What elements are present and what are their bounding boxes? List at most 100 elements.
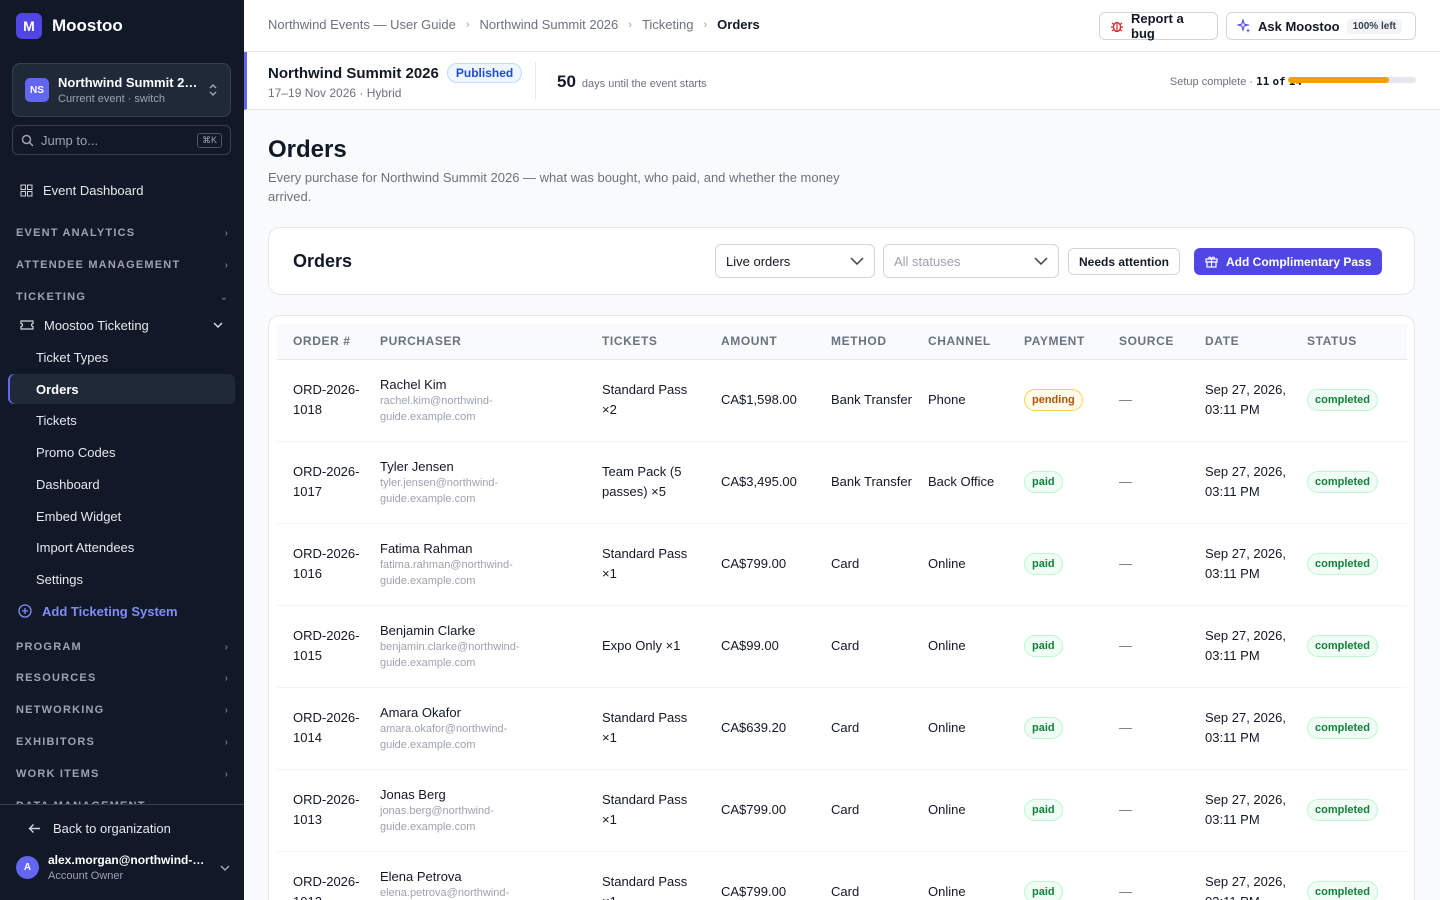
payment-cell: paid [1016, 441, 1111, 524]
sidebar-item-label: Embed Widget [36, 508, 122, 524]
chevron-down-icon: ⌄ [219, 291, 228, 303]
section-networking[interactable]: NETWORKING › [16, 700, 228, 720]
table-row[interactable]: ORD-2026-1013 Jonas Berg jonas.berg@northw… [277, 769, 1407, 852]
status-badge: completed [1307, 389, 1379, 411]
main-content: Northwind Events — User Guide › Northwin… [244, 0, 1440, 900]
table-row[interactable]: ORD-2026-1016 Fatima Rahman fatima.rahman@… [277, 523, 1407, 606]
sidebar-item-ticket-types[interactable]: Ticket Types [8, 342, 235, 372]
user-info: alex.morgan@northwind-events.example.com… [48, 853, 208, 882]
add-ticketing-system-button[interactable]: Add Ticketing System [8, 596, 235, 626]
section-resources[interactable]: RESOURCES › [16, 668, 228, 688]
sidebar-item-label: Event Dashboard [43, 182, 144, 198]
section-ticketing[interactable]: TICKETING ⌄ [16, 287, 228, 307]
section-attendee-management[interactable]: ATTENDEE MANAGEMENT › [16, 255, 228, 275]
tickets-cell: Standard Pass ×2 [594, 359, 713, 442]
sidebar-item-dashboard[interactable]: Dashboard [8, 469, 235, 499]
order-number[interactable]: ORD-2026-1016 [277, 523, 372, 606]
view-select[interactable]: Live orders [715, 244, 875, 278]
order-number[interactable]: ORD-2026-1012 [277, 851, 372, 900]
tickets-cell: Team Pack (5 passes) ×5 [594, 441, 713, 524]
user-menu[interactable]: A alex.morgan@northwind-events.example.c… [16, 853, 230, 882]
order-number[interactable]: ORD-2026-1017 [277, 441, 372, 524]
ask-moostoo-button[interactable]: Ask Moostoo 100% left [1226, 12, 1416, 40]
order-number[interactable]: ORD-2026-1014 [277, 687, 372, 770]
column-header-method[interactable]: METHOD [823, 324, 920, 360]
channel-cell: Online [920, 523, 1016, 606]
breadcrumb-item[interactable]: Northwind Summit 2026 [480, 17, 619, 32]
sidebar-item-moostoo-ticketing[interactable]: Moostoo Ticketing [8, 310, 235, 340]
jump-placeholder: Jump to... [41, 132, 99, 148]
section-label: EVENT ANALYTICS [16, 227, 136, 239]
column-header-amount[interactable]: AMOUNT [713, 324, 823, 360]
sidebar: M Moostoo NS Northwind Summit 2026 Curre… [0, 0, 244, 900]
orders-toolbar: Orders Live orders All statuses Needs at… [268, 227, 1415, 295]
purchaser-cell: Benjamin Clarke benjamin.clarke@northwind… [372, 605, 594, 688]
order-number[interactable]: ORD-2026-1015 [277, 605, 372, 688]
chevron-down-icon [850, 257, 864, 265]
column-header-tickets[interactable]: TICKETS [594, 324, 713, 360]
table-row[interactable]: ORD-2026-1015 Benjamin Clarke benjamin.cla… [277, 605, 1407, 688]
sidebar-item-promo-codes[interactable]: Promo Codes [8, 437, 235, 467]
status-badge: completed [1307, 553, 1379, 575]
method-cell: Bank Transfer [823, 359, 920, 442]
table-row[interactable]: ORD-2026-1014 Amara Okafor amara.okafor@no… [277, 687, 1407, 770]
section-event-analytics[interactable]: EVENT ANALYTICS › [16, 223, 228, 243]
chevron-down-icon [220, 864, 230, 871]
sidebar-item-settings[interactable]: Settings [8, 564, 235, 594]
back-to-organization-link[interactable]: Back to organization [28, 821, 171, 836]
table-row[interactable]: ORD-2026-1017 Tyler Jensen tyler.jensen@no… [277, 441, 1407, 524]
column-header-date[interactable]: DATE [1197, 324, 1299, 360]
purchaser-cell: Amara Okafor amara.okafor@northwind-guide… [372, 687, 594, 770]
sidebar-item-embed-widget[interactable]: Embed Widget [8, 501, 235, 531]
order-number[interactable]: ORD-2026-1013 [277, 769, 372, 852]
sidebar-item-event-dashboard[interactable]: Event Dashboard [8, 175, 235, 205]
brand[interactable]: M Moostoo [0, 0, 244, 51]
table-header-row: ORDER # PURCHASER TICKETS AMOUNT METHOD … [277, 324, 1407, 360]
event-switcher[interactable]: NS Northwind Summit 2026 Current event ·… [12, 63, 231, 117]
needs-attention-button[interactable]: Needs attention [1068, 248, 1181, 275]
add-complimentary-pass-button[interactable]: Add Complimentary Pass [1194, 248, 1383, 275]
date-cell: Sep 27, 2026, 03:11 PM [1197, 769, 1299, 852]
column-header-channel[interactable]: CHANNEL [920, 324, 1016, 360]
payment-badge: paid [1024, 881, 1063, 900]
date-cell: Sep 27, 2026, 03:11 PM [1197, 523, 1299, 606]
orders-table-card: ORDER # PURCHASER TICKETS AMOUNT METHOD … [268, 315, 1415, 900]
breadcrumb: Northwind Events — User Guide › Northwin… [268, 17, 760, 32]
source-cell: — [1111, 359, 1197, 442]
jump-to-input[interactable]: Jump to... ⌘K [12, 125, 231, 155]
purchaser-name: Benjamin Clarke [380, 622, 476, 638]
breadcrumb-item[interactable]: Ticketing [642, 17, 694, 32]
status-filter-select[interactable]: All statuses [883, 244, 1059, 278]
column-header-status[interactable]: STATUS [1299, 324, 1407, 360]
channel-cell: Online [920, 687, 1016, 770]
table-row[interactable]: ORD-2026-1018 Rachel Kim rachel.kim@northw… [277, 359, 1407, 442]
amount-cell: CA$799.00 [713, 523, 823, 606]
date-cell: Sep 27, 2026, 03:11 PM [1197, 605, 1299, 688]
column-header-order[interactable]: ORDER # [277, 324, 372, 360]
section-work-items[interactable]: WORK ITEMS › [16, 764, 228, 784]
event-dates: 17–19 Nov 2026 · Hybrid [268, 86, 402, 100]
sidebar-item-tickets[interactable]: Tickets [8, 405, 235, 435]
section-exhibitors[interactable]: EXHIBITORS › [16, 732, 228, 752]
report-bug-button[interactable]: Report a bug [1099, 11, 1218, 41]
order-number[interactable]: ORD-2026-1018 [277, 359, 372, 442]
purchaser-email: jonas.berg@northwind-guide.example.com [380, 804, 494, 833]
column-header-purchaser[interactable]: PURCHASER [372, 324, 594, 360]
ask-moostoo-label: Ask Moostoo [1258, 18, 1340, 34]
purchaser-email: elena.petrova@northwind-guide.example.co… [380, 886, 510, 899]
column-header-payment[interactable]: PAYMENT [1016, 324, 1111, 360]
channel-cell: Back Office [920, 441, 1016, 524]
countdown-days: 50 [557, 72, 576, 91]
section-program[interactable]: PROGRAM › [16, 637, 228, 657]
date-cell: Sep 27, 2026, 03:11 PM [1197, 441, 1299, 524]
breadcrumb-item[interactable]: Northwind Events — User Guide [268, 17, 456, 32]
column-header-source[interactable]: SOURCE [1111, 324, 1197, 360]
chevron-right-icon: › [224, 672, 228, 684]
chevron-right-icon: › [224, 227, 228, 239]
sidebar-item-import-attendees[interactable]: Import Attendees [8, 532, 235, 562]
section-label: EXHIBITORS [16, 736, 96, 748]
table-row[interactable]: ORD-2026-1012 Elena Petrova elena.petrova@… [277, 851, 1407, 900]
payment-cell: paid [1016, 605, 1111, 688]
sidebar-item-orders[interactable]: Orders [8, 374, 235, 404]
channel-cell: Online [920, 769, 1016, 852]
